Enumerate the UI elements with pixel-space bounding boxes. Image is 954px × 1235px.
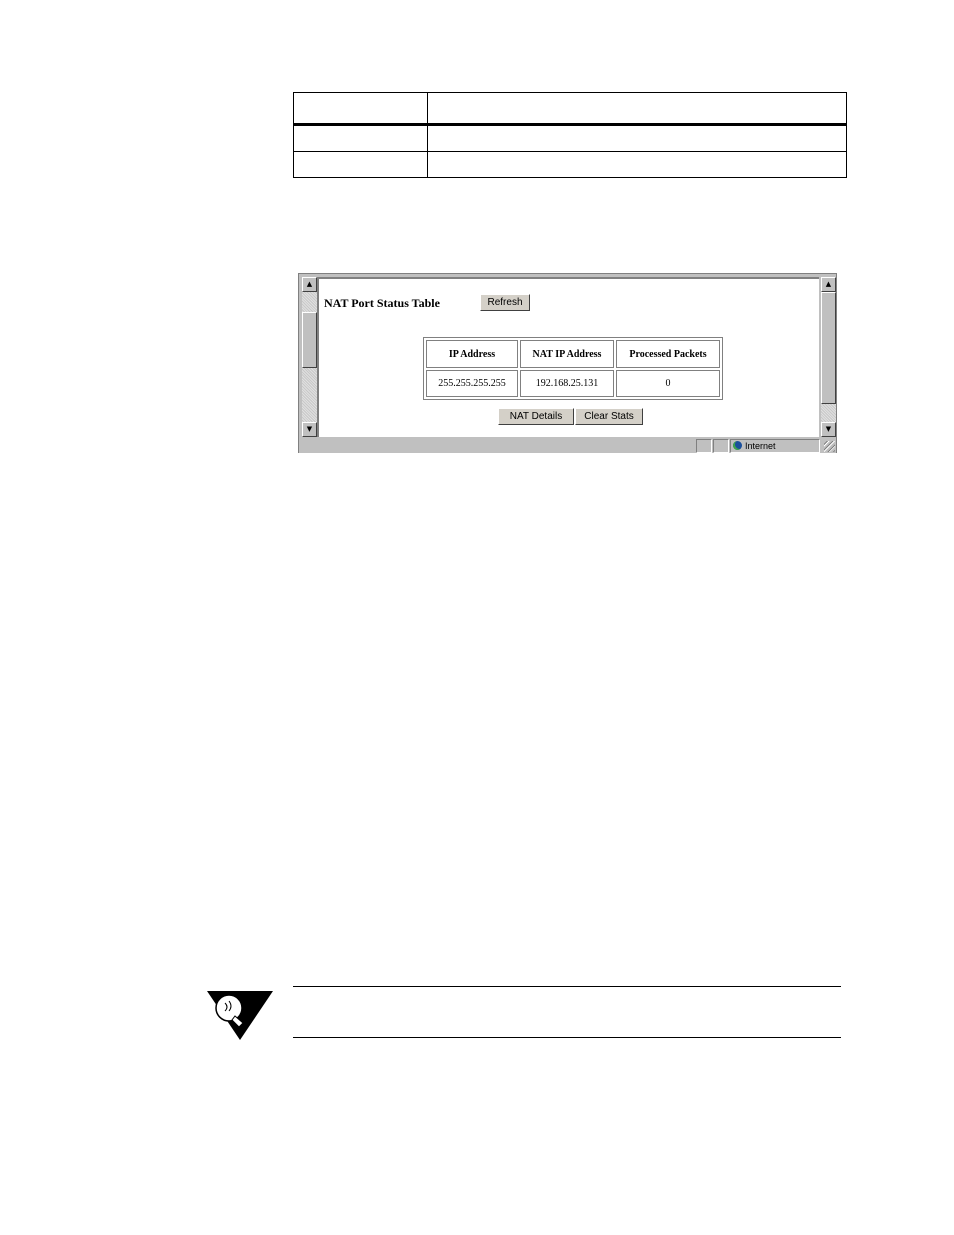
frame-scrollbar[interactable]: ▲ ▼	[302, 277, 317, 437]
status-panel	[696, 439, 712, 453]
table-row: 255.255.255.255 192.168.25.131 0	[426, 370, 720, 397]
arrow-up-icon[interactable]: ▲	[302, 277, 317, 292]
nat-details-button[interactable]: NAT Details	[498, 408, 574, 425]
nat-ip-address-cell: 192.168.25.131	[520, 370, 614, 397]
note-bottom-rule	[293, 1037, 841, 1038]
refresh-button[interactable]: Refresh	[480, 294, 530, 311]
column-header-processed-packets: Processed Packets	[616, 340, 720, 368]
table-cell	[293, 151, 428, 178]
status-bar: Internet	[299, 438, 836, 453]
resize-grip-icon[interactable]	[824, 441, 835, 452]
column-header-ip-address: IP Address	[426, 340, 518, 368]
table-cell	[293, 124, 428, 152]
table-cell	[427, 92, 847, 126]
status-panel	[713, 439, 729, 453]
clear-stats-button[interactable]: Clear Stats	[575, 408, 643, 425]
arrow-up-icon[interactable]: ▲	[821, 277, 836, 292]
browser-window-screenshot: ▲ ▼ NAT Port Status Table Refresh IP Add…	[298, 273, 837, 453]
table-cell	[293, 92, 428, 126]
page-title: NAT Port Status Table	[324, 296, 440, 310]
security-zone-label: Internet	[745, 441, 776, 451]
page-content: NAT Port Status Table Refresh IP Address…	[317, 277, 819, 437]
note-top-rule	[293, 986, 841, 987]
parameter-table	[293, 92, 847, 178]
scrollbar-thumb[interactable]	[821, 292, 836, 404]
page-scrollbar[interactable]: ▲ ▼	[821, 277, 836, 437]
scrollbar-thumb[interactable]	[302, 312, 317, 368]
processed-packets-cell: 0	[616, 370, 720, 397]
ip-address-cell: 255.255.255.255	[426, 370, 518, 397]
table-header-row	[293, 92, 847, 126]
table-cell	[427, 151, 847, 178]
table-row	[293, 151, 847, 178]
security-zone-panel: Internet	[730, 439, 820, 453]
table-cell	[427, 124, 847, 152]
globe-icon	[733, 441, 742, 450]
nat-port-status-table: IP Address NAT IP Address Processed Pack…	[423, 337, 723, 400]
column-header-nat-ip-address: NAT IP Address	[520, 340, 614, 368]
lightbulb-note-icon	[207, 991, 273, 1040]
table-row	[293, 124, 847, 152]
arrow-down-icon[interactable]: ▼	[821, 422, 836, 437]
table-header-row: IP Address NAT IP Address Processed Pack…	[426, 340, 720, 368]
arrow-down-icon[interactable]: ▼	[302, 422, 317, 437]
